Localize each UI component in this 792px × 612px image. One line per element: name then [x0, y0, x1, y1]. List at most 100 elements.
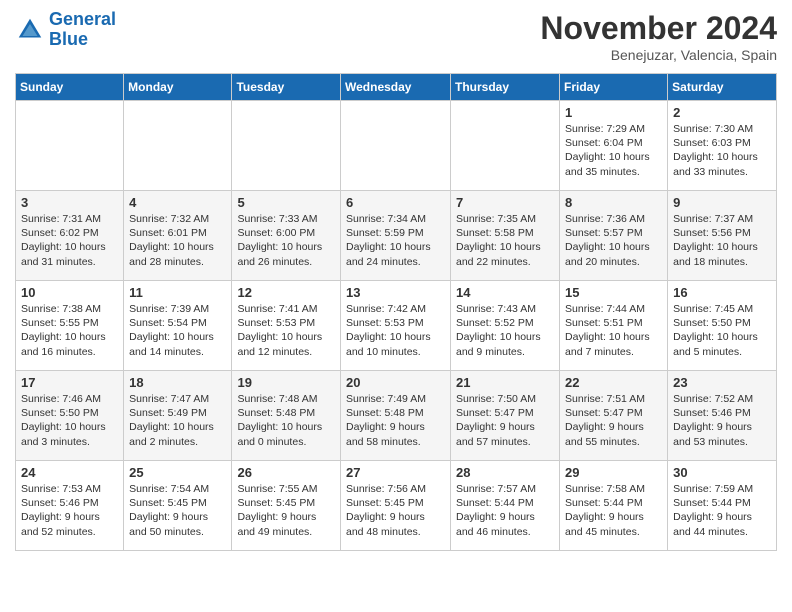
- cell-info: Sunrise: 7:48 AM Sunset: 5:48 PM Dayligh…: [237, 392, 335, 449]
- calendar-cell: 7 Sunrise: 7:35 AM Sunset: 5:58 PM Daylig…: [451, 191, 560, 281]
- calendar-header-sunday: Sunday: [16, 74, 124, 101]
- calendar-cell: 24 Sunrise: 7:53 AM Sunset: 5:46 PM Dayli…: [16, 461, 124, 551]
- calendar-header-friday: Friday: [560, 74, 668, 101]
- calendar-cell: [451, 101, 560, 191]
- calendar-cell: 4 Sunrise: 7:32 AM Sunset: 6:01 PM Daylig…: [124, 191, 232, 281]
- calendar-header-row: SundayMondayTuesdayWednesdayThursdayFrid…: [16, 74, 777, 101]
- calendar-cell: 8Sunrise: 7:36 AM Sunset: 5:57 PM Daylig…: [560, 191, 668, 281]
- cell-info: Sunrise: 7:35 AM Sunset: 5:58 PM Dayligh…: [456, 212, 554, 269]
- cell-day-number: 10: [21, 285, 118, 300]
- cell-info: Sunrise: 7:56 AM Sunset: 5:45 PM Dayligh…: [346, 482, 445, 539]
- page: General Blue November 2024 Benejuzar, Va…: [0, 0, 792, 561]
- logo-general: General: [49, 9, 116, 29]
- cell-day-number: 9: [673, 195, 771, 210]
- cell-day-number: 14: [456, 285, 554, 300]
- cell-day-number: 27: [346, 465, 445, 480]
- calendar-cell: 11 Sunrise: 7:39 AM Sunset: 5:54 PM Dayli…: [124, 281, 232, 371]
- cell-info: Sunrise: 7:57 AM Sunset: 5:44 PM Dayligh…: [456, 482, 554, 539]
- cell-day-number: 16: [673, 285, 771, 300]
- cell-info: Sunrise: 7:37 AM Sunset: 5:56 PM Dayligh…: [673, 212, 771, 269]
- cell-info: Sunrise: 7:46 AM Sunset: 5:50 PM Dayligh…: [21, 392, 118, 449]
- calendar-header-wednesday: Wednesday: [341, 74, 451, 101]
- calendar-cell: 28 Sunrise: 7:57 AM Sunset: 5:44 PM Dayli…: [451, 461, 560, 551]
- cell-info: Sunrise: 7:32 AM Sunset: 6:01 PM Dayligh…: [129, 212, 226, 269]
- logo-text: General Blue: [49, 10, 116, 50]
- calendar-cell: 14Sunrise: 7:43 AM Sunset: 5:52 PM Dayli…: [451, 281, 560, 371]
- cell-day-number: 19: [237, 375, 335, 390]
- cell-day-number: 13: [346, 285, 445, 300]
- cell-day-number: 5: [237, 195, 335, 210]
- calendar-cell: [124, 101, 232, 191]
- cell-day-number: 20: [346, 375, 445, 390]
- cell-day-number: 22: [565, 375, 662, 390]
- cell-day-number: 7: [456, 195, 554, 210]
- calendar-header-thursday: Thursday: [451, 74, 560, 101]
- calendar-header-tuesday: Tuesday: [232, 74, 341, 101]
- calendar-header-saturday: Saturday: [668, 74, 777, 101]
- cell-day-number: 25: [129, 465, 226, 480]
- cell-info: Sunrise: 7:41 AM Sunset: 5:53 PM Dayligh…: [237, 302, 335, 359]
- cell-day-number: 24: [21, 465, 118, 480]
- calendar-week-1: 1 Sunrise: 7:29 AM Sunset: 6:04 PM Daylig…: [16, 101, 777, 191]
- cell-day-number: 28: [456, 465, 554, 480]
- cell-day-number: 6: [346, 195, 445, 210]
- calendar-cell: 6 Sunrise: 7:34 AM Sunset: 5:59 PM Daylig…: [341, 191, 451, 281]
- calendar-cell: [16, 101, 124, 191]
- calendar-week-3: 10 Sunrise: 7:38 AM Sunset: 5:55 PM Dayli…: [16, 281, 777, 371]
- cell-info: Sunrise: 7:49 AM Sunset: 5:48 PM Dayligh…: [346, 392, 445, 449]
- calendar-week-5: 24 Sunrise: 7:53 AM Sunset: 5:46 PM Dayli…: [16, 461, 777, 551]
- cell-info: Sunrise: 7:58 AM Sunset: 5:44 PM Dayligh…: [565, 482, 662, 539]
- title-area: November 2024 Benejuzar, Valencia, Spain: [540, 10, 777, 63]
- calendar-cell: 12Sunrise: 7:41 AM Sunset: 5:53 PM Dayli…: [232, 281, 341, 371]
- calendar-cell: 25Sunrise: 7:54 AM Sunset: 5:45 PM Dayli…: [124, 461, 232, 551]
- logo: General Blue: [15, 10, 116, 50]
- header: General Blue November 2024 Benejuzar, Va…: [15, 10, 777, 63]
- cell-info: Sunrise: 7:39 AM Sunset: 5:54 PM Dayligh…: [129, 302, 226, 359]
- calendar-cell: 18Sunrise: 7:47 AM Sunset: 5:49 PM Dayli…: [124, 371, 232, 461]
- cell-day-number: 1: [565, 105, 662, 120]
- cell-day-number: 4: [129, 195, 226, 210]
- calendar-header-monday: Monday: [124, 74, 232, 101]
- cell-info: Sunrise: 7:30 AM Sunset: 6:03 PM Dayligh…: [673, 122, 771, 179]
- calendar-cell: 17 Sunrise: 7:46 AM Sunset: 5:50 PM Dayli…: [16, 371, 124, 461]
- calendar-cell: [232, 101, 341, 191]
- calendar-cell: 10 Sunrise: 7:38 AM Sunset: 5:55 PM Dayli…: [16, 281, 124, 371]
- calendar-cell: 21 Sunrise: 7:50 AM Sunset: 5:47 PM Dayli…: [451, 371, 560, 461]
- cell-day-number: 26: [237, 465, 335, 480]
- calendar-cell: [341, 101, 451, 191]
- cell-day-number: 23: [673, 375, 771, 390]
- calendar-cell: 16Sunrise: 7:45 AM Sunset: 5:50 PM Dayli…: [668, 281, 777, 371]
- calendar-cell: 20 Sunrise: 7:49 AM Sunset: 5:48 PM Dayli…: [341, 371, 451, 461]
- calendar-week-4: 17 Sunrise: 7:46 AM Sunset: 5:50 PM Dayli…: [16, 371, 777, 461]
- cell-info: Sunrise: 7:53 AM Sunset: 5:46 PM Dayligh…: [21, 482, 118, 539]
- cell-info: Sunrise: 7:50 AM Sunset: 5:47 PM Dayligh…: [456, 392, 554, 449]
- calendar-cell: 22 Sunrise: 7:51 AM Sunset: 5:47 PM Dayli…: [560, 371, 668, 461]
- calendar-cell: 27 Sunrise: 7:56 AM Sunset: 5:45 PM Dayli…: [341, 461, 451, 551]
- calendar-week-2: 3Sunrise: 7:31 AM Sunset: 6:02 PM Daylig…: [16, 191, 777, 281]
- calendar-cell: 26 Sunrise: 7:55 AM Sunset: 5:45 PM Dayli…: [232, 461, 341, 551]
- cell-day-number: 2: [673, 105, 771, 120]
- calendar-cell: 15 Sunrise: 7:44 AM Sunset: 5:51 PM Dayli…: [560, 281, 668, 371]
- calendar-cell: 30Sunrise: 7:59 AM Sunset: 5:44 PM Dayli…: [668, 461, 777, 551]
- cell-info: Sunrise: 7:29 AM Sunset: 6:04 PM Dayligh…: [565, 122, 662, 179]
- cell-info: Sunrise: 7:51 AM Sunset: 5:47 PM Dayligh…: [565, 392, 662, 449]
- cell-info: Sunrise: 7:44 AM Sunset: 5:51 PM Dayligh…: [565, 302, 662, 359]
- cell-day-number: 15: [565, 285, 662, 300]
- calendar-cell: 1 Sunrise: 7:29 AM Sunset: 6:04 PM Daylig…: [560, 101, 668, 191]
- logo-blue: Blue: [49, 29, 88, 49]
- cell-info: Sunrise: 7:34 AM Sunset: 5:59 PM Dayligh…: [346, 212, 445, 269]
- cell-day-number: 3: [21, 195, 118, 210]
- cell-day-number: 29: [565, 465, 662, 480]
- calendar-cell: 5 Sunrise: 7:33 AM Sunset: 6:00 PM Daylig…: [232, 191, 341, 281]
- cell-day-number: 11: [129, 285, 226, 300]
- cell-info: Sunrise: 7:55 AM Sunset: 5:45 PM Dayligh…: [237, 482, 335, 539]
- cell-info: Sunrise: 7:38 AM Sunset: 5:55 PM Dayligh…: [21, 302, 118, 359]
- cell-day-number: 17: [21, 375, 118, 390]
- month-title: November 2024: [540, 10, 777, 47]
- cell-info: Sunrise: 7:52 AM Sunset: 5:46 PM Dayligh…: [673, 392, 771, 449]
- calendar-cell: 13Sunrise: 7:42 AM Sunset: 5:53 PM Dayli…: [341, 281, 451, 371]
- cell-info: Sunrise: 7:33 AM Sunset: 6:00 PM Dayligh…: [237, 212, 335, 269]
- cell-day-number: 21: [456, 375, 554, 390]
- cell-info: Sunrise: 7:47 AM Sunset: 5:49 PM Dayligh…: [129, 392, 226, 449]
- cell-info: Sunrise: 7:36 AM Sunset: 5:57 PM Dayligh…: [565, 212, 662, 269]
